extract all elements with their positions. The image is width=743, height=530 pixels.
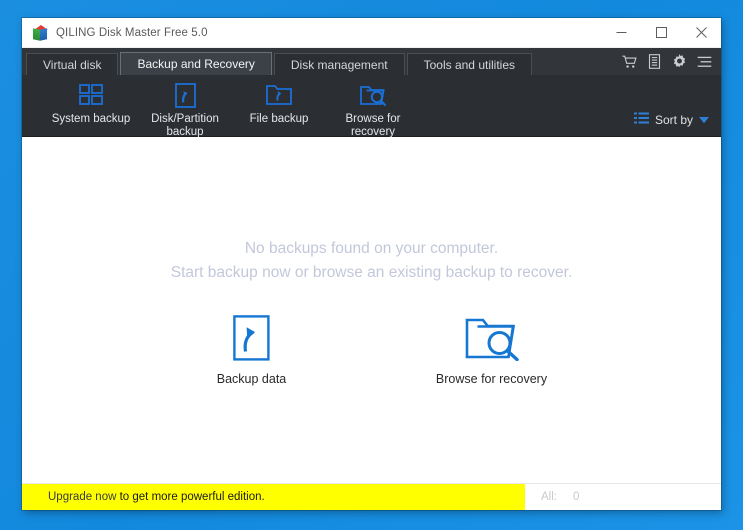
tab-tools-and-utilities[interactable]: Tools and utilities — [406, 53, 532, 75]
sort-list-icon — [633, 111, 649, 129]
sort-by-label: Sort by — [654, 113, 693, 127]
backup-data-icon — [233, 315, 270, 361]
browse-recovery-icon — [464, 315, 520, 361]
upgrade-text: Upgrade now to get more powerful edition… — [48, 491, 265, 503]
content-area: No backups found on your computer. Start… — [22, 137, 721, 483]
toolbar-browse-for-recovery[interactable]: Browse for recovery — [326, 75, 420, 139]
empty-state-message: No backups found on your computer. Start… — [171, 237, 573, 285]
toolbar-browse-for-recovery-label: Browse for recovery — [345, 113, 401, 138]
log-icon[interactable] — [642, 48, 667, 75]
upgrade-rest-text: to get more powerful edition. — [116, 491, 265, 503]
primary-actions: Backup data Browse for recovery — [187, 315, 557, 386]
status-filter-label[interactable]: All: — [541, 491, 557, 503]
action-browse-for-recovery[interactable]: Browse for recovery — [427, 315, 557, 386]
main-toolbar: System backup Disk/Partition backup File… — [22, 75, 721, 139]
upgrade-banner[interactable]: Upgrade now to get more powerful edition… — [22, 484, 525, 510]
action-backup-data-label: Backup data — [216, 372, 287, 386]
chevron-down-icon — [699, 111, 709, 129]
toolbar-disk-partition-backup[interactable]: Disk/Partition backup — [138, 75, 232, 139]
tab-strip: Virtual disk Backup and Recovery Disk ma… — [22, 48, 721, 75]
toolbar-system-backup-label: System backup — [51, 113, 131, 125]
tab-backup-and-recovery[interactable]: Backup and Recovery — [120, 52, 272, 75]
gear-icon[interactable] — [667, 48, 692, 75]
upgrade-now-link[interactable]: Upgrade now — [48, 491, 116, 503]
window-title: QILING Disk Master Free 5.0 — [56, 26, 208, 39]
qiling-cube-logo-icon — [32, 24, 48, 41]
tab-tool-icons — [617, 48, 721, 75]
sort-by-control[interactable]: Sort by — [633, 111, 709, 129]
window-controls — [601, 18, 721, 48]
toolbar-disk-partition-backup-label: Disk/Partition backup — [151, 113, 219, 138]
empty-state-line-1: No backups found on your computer. — [244, 240, 499, 257]
tab-virtual-disk[interactable]: Virtual disk — [26, 53, 119, 75]
toolbar-file-backup[interactable]: File backup — [232, 75, 326, 126]
action-browse-for-recovery-label: Browse for recovery — [435, 372, 548, 386]
status-filter-area: All: 0 — [525, 484, 721, 510]
tab-disk-management[interactable]: Disk management — [273, 53, 405, 75]
toolbar-system-backup[interactable]: System backup — [44, 75, 138, 126]
disk-partition-backup-icon — [174, 82, 196, 108]
status-bar: Upgrade now to get more powerful edition… — [22, 483, 721, 510]
maximize-button[interactable] — [641, 18, 681, 48]
system-backup-icon — [79, 82, 103, 108]
title-bar: QILING Disk Master Free 5.0 — [22, 18, 721, 48]
minimize-button[interactable] — [601, 18, 641, 48]
file-backup-icon — [266, 82, 292, 108]
action-backup-data[interactable]: Backup data — [187, 315, 317, 386]
toolbar-file-backup-label: File backup — [249, 113, 309, 125]
empty-state-line-2: Start backup now or browse an existing b… — [170, 264, 573, 281]
cart-icon[interactable] — [617, 48, 642, 75]
menu-icon[interactable] — [692, 48, 717, 75]
application-window: QILING Disk Master Free 5.0 Virtual disk… — [22, 18, 721, 510]
close-button[interactable] — [681, 18, 721, 48]
status-filter-count: 0 — [572, 491, 580, 503]
browse-for-recovery-icon — [359, 82, 387, 108]
